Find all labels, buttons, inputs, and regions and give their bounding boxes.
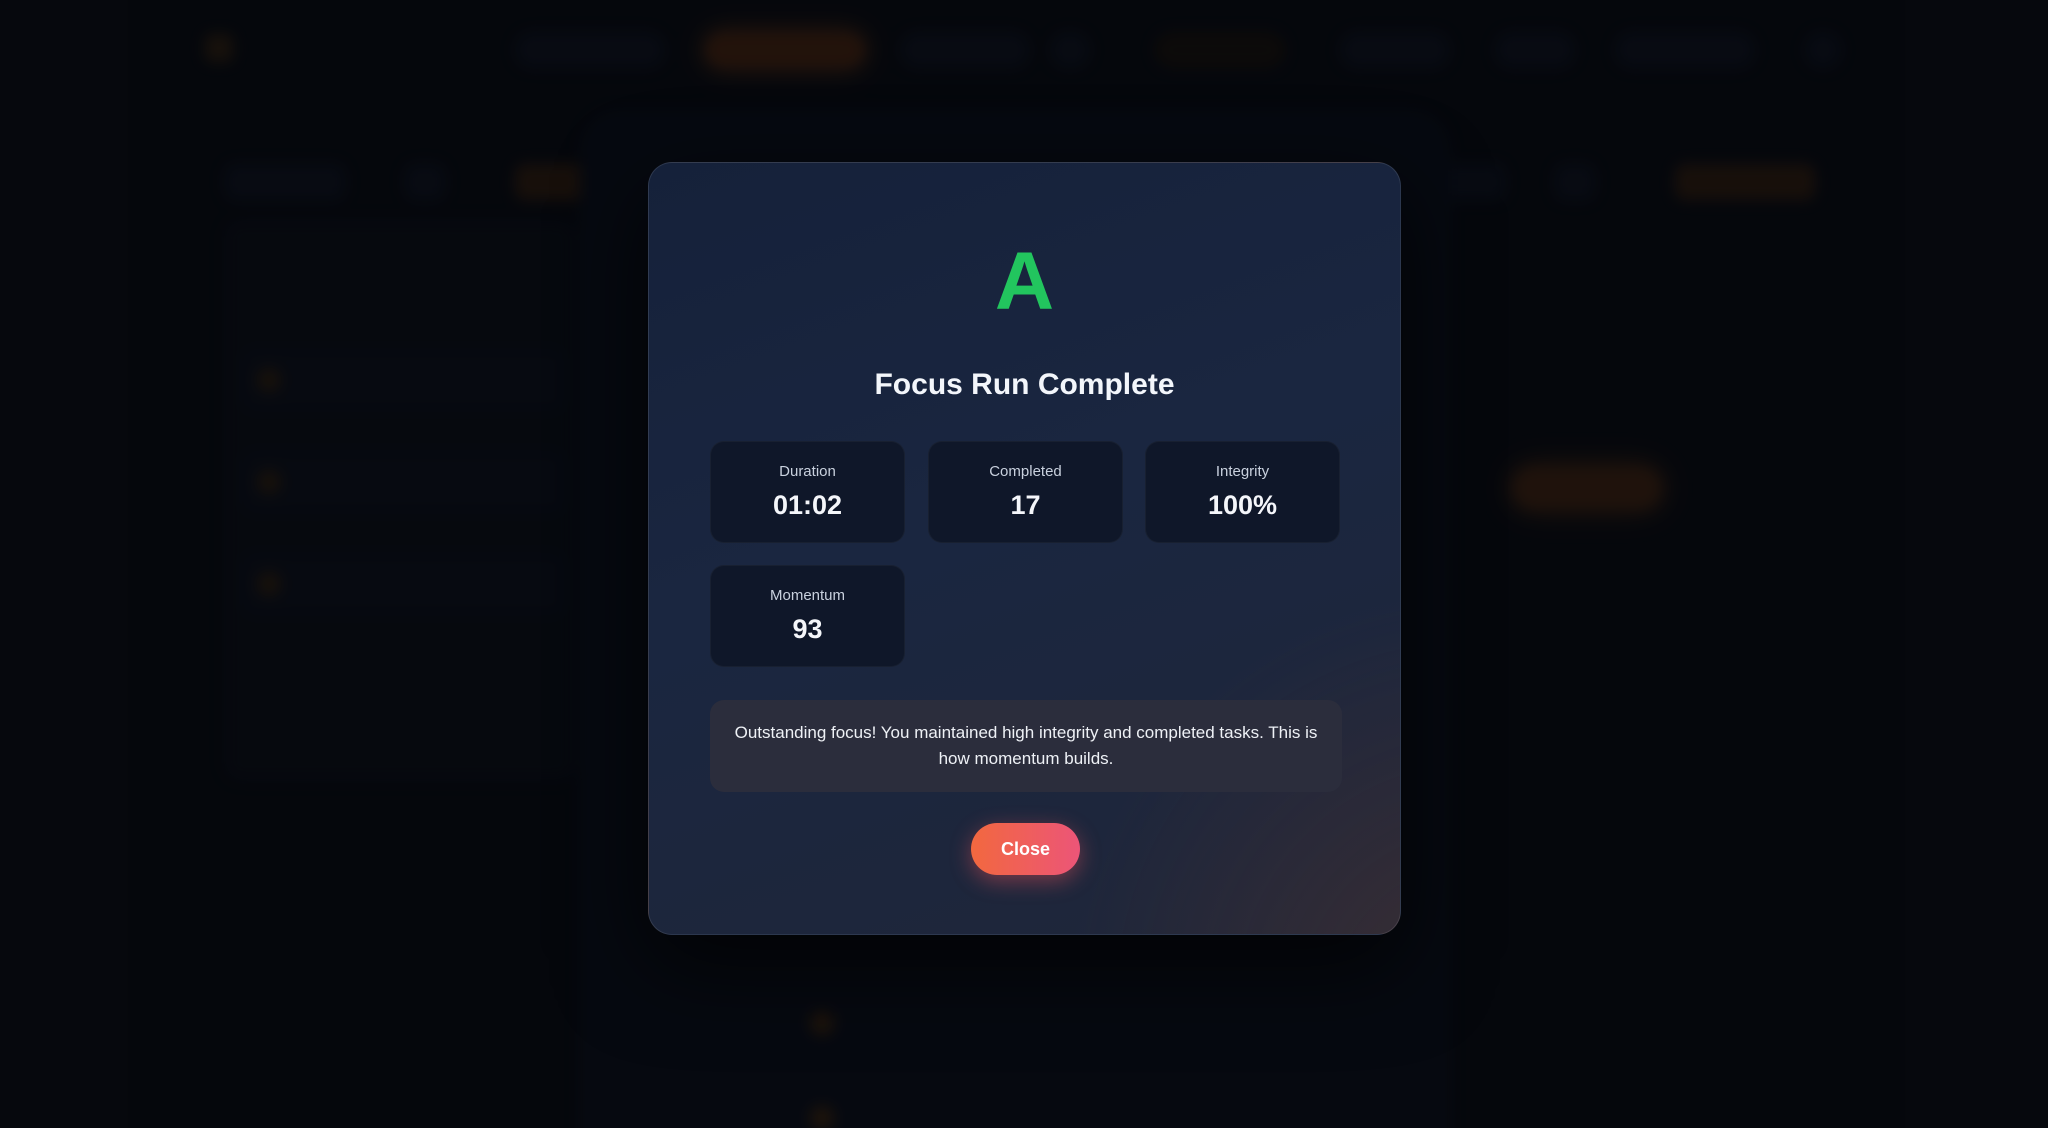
stat-card-integrity: Integrity 100%: [1145, 441, 1340, 543]
stat-value: 17: [1010, 490, 1041, 520]
app-stage: A Focus Run Complete Duration 01:02 Comp…: [0, 0, 2048, 1128]
modal-title: Focus Run Complete: [874, 368, 1175, 401]
grade-letter: A: [994, 236, 1055, 327]
stat-card-duration: Duration 01:02: [710, 441, 905, 543]
stat-card-momentum: Momentum 93: [710, 565, 905, 667]
stat-value: 100%: [1207, 490, 1278, 520]
close-button[interactable]: Close: [971, 823, 1080, 875]
stat-label: Integrity: [1215, 463, 1270, 480]
stat-label: Momentum: [769, 587, 846, 604]
stat-value: 01:02: [772, 490, 843, 520]
stat-card-completed: Completed 17: [928, 441, 1123, 543]
stat-label: Duration: [779, 463, 836, 480]
results-modal: A Focus Run Complete Duration 01:02 Comp…: [648, 162, 1401, 935]
summary-message: Outstanding focus! You maintained high i…: [710, 700, 1342, 792]
stat-label: Completed: [989, 463, 1062, 480]
stat-value: 93: [792, 614, 823, 644]
